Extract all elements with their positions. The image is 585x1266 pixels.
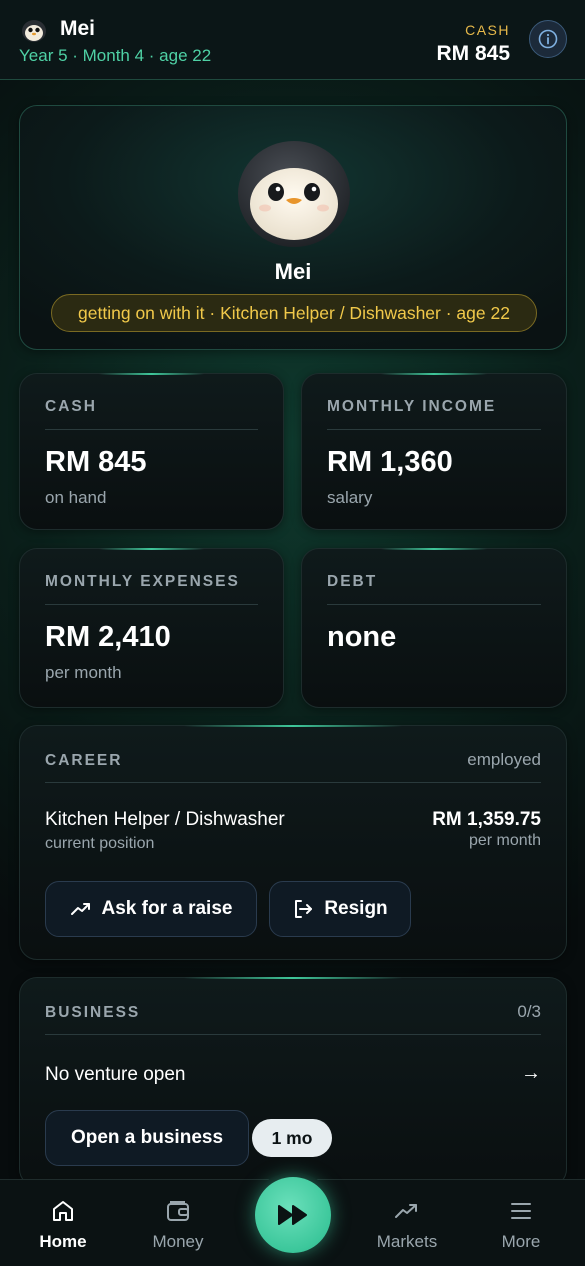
profile-name: Mei: [274, 259, 312, 284]
nav-more[interactable]: More: [471, 1198, 571, 1252]
penguin-icon: [22, 20, 46, 42]
cash-label: CASH: [465, 22, 510, 38]
debt-card-label: DEBT: [327, 573, 378, 590]
no-venture-text: No venture open: [45, 1064, 186, 1085]
job-pay: RM 1,359.75: [432, 809, 541, 830]
info-button[interactable]: [529, 20, 567, 58]
game-date-subtitle: Year 5 · Month 4 · age 22: [19, 46, 212, 65]
advance-time-button[interactable]: [250, 1172, 336, 1258]
income-card: MONTHLY INCOME RM 1,360 salary: [301, 373, 567, 530]
divider: [45, 1034, 541, 1035]
cash-card: CASH RM 845 on hand: [19, 373, 284, 530]
open-business-button[interactable]: Open a business: [45, 1110, 249, 1166]
expenses-card: MONTHLY EXPENSES RM 2,410 per month: [19, 548, 284, 708]
divider: [327, 429, 541, 430]
fast-forward-icon: [278, 1205, 307, 1225]
home-icon: [53, 1201, 73, 1221]
divider: [45, 429, 258, 430]
menu-icon: [511, 1203, 531, 1219]
player-name: Mei: [60, 17, 96, 40]
nav-home[interactable]: Home: [13, 1198, 113, 1252]
profile-card: Mei getting on with it · Kitchen Helper …: [19, 105, 567, 350]
wallet-icon: [167, 1201, 189, 1221]
status-badge: getting on with it · Kitchen Helper / Di…: [51, 294, 537, 332]
nav-money-label: Money: [152, 1232, 204, 1251]
income-card-label: MONTHLY INCOME: [327, 398, 497, 415]
job-subtitle: current position: [45, 835, 155, 852]
income-card-value: RM 1,360: [327, 446, 453, 478]
arrow-right-icon[interactable]: →: [521, 1062, 541, 1085]
expenses-card-label: MONTHLY EXPENSES: [45, 573, 240, 590]
nav-markets[interactable]: Markets: [357, 1198, 457, 1252]
divider: [45, 604, 258, 605]
penguin-avatar-icon: [238, 141, 350, 247]
nav-money[interactable]: Money: [128, 1198, 228, 1252]
cash-value: RM 845: [436, 42, 510, 65]
duration-pill: 1 mo: [252, 1119, 332, 1157]
debt-card-value: none: [327, 621, 397, 653]
divider: [45, 782, 541, 783]
nav-markets-label: Markets: [376, 1232, 438, 1251]
nav-more-label: More: [501, 1232, 541, 1251]
info-icon: [538, 29, 558, 49]
ask-raise-label: Ask for a raise: [101, 898, 233, 919]
trending-up-icon: [70, 903, 90, 915]
expenses-card-sub: per month: [45, 663, 122, 682]
resign-button[interactable]: Resign: [269, 881, 411, 937]
cash-card-label: CASH: [45, 398, 97, 415]
open-business-label: Open a business: [70, 1127, 224, 1148]
logout-icon: [295, 900, 313, 918]
job-title: Kitchen Helper / Dishwasher: [45, 809, 285, 830]
top-bar: Mei Year 5 · Month 4 · age 22 CASH RM 84…: [0, 0, 585, 80]
nav-home-label: Home: [39, 1232, 87, 1251]
trending-up-icon: [395, 1204, 417, 1218]
income-card-sub: salary: [327, 488, 373, 507]
advance-time-button-inner[interactable]: [255, 1177, 331, 1253]
expenses-card-value: RM 2,410: [45, 621, 171, 653]
job-pay-sub: per month: [468, 832, 541, 849]
debt-card: DEBT none: [301, 548, 567, 708]
career-status: employed: [467, 750, 541, 769]
divider: [327, 604, 541, 605]
ask-raise-button[interactable]: Ask for a raise: [45, 881, 257, 937]
career-label: CAREER: [45, 752, 123, 769]
business-count: 0/3: [517, 1002, 541, 1021]
resign-label: Resign: [324, 898, 388, 919]
cash-card-value: RM 845: [45, 446, 147, 478]
career-card: CAREER employed Kitchen Helper / Dishwas…: [19, 725, 567, 960]
cash-card-sub: on hand: [45, 488, 107, 507]
business-label: BUSINESS: [45, 1004, 141, 1021]
